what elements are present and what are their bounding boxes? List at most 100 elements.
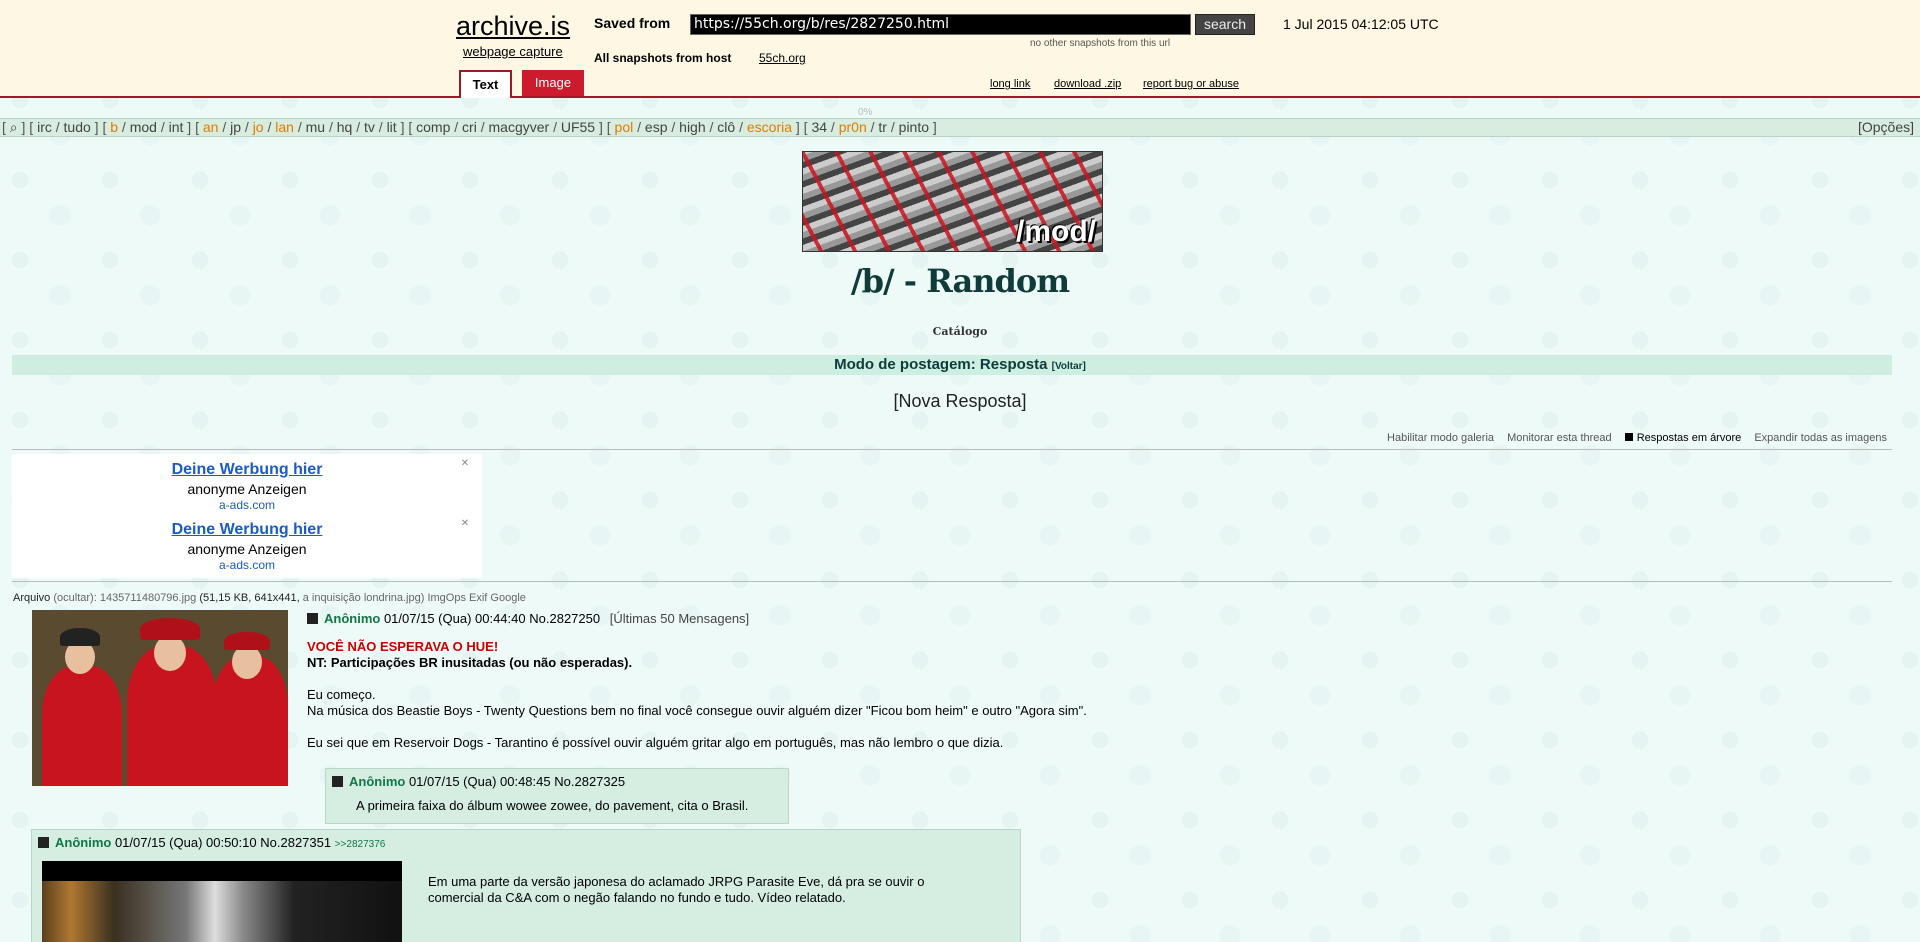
divider [12,449,1892,450]
thread-options: Habilitar modo galeria Monitorar esta th… [1377,432,1887,444]
board-link[interactable]: b [110,119,118,135]
reply-checkbox[interactable] [38,837,49,848]
search-icon[interactable]: ⌕ [10,119,18,135]
board-link[interactable]: jo [253,119,264,135]
archive-subtitle-link[interactable]: webpage capture [463,44,563,59]
board-link[interactable]: mu [306,119,325,135]
post-date: 01/07/15 (Qua) 00:48:45 [408,774,551,789]
reply-checkbox[interactable] [332,776,343,787]
ad-item[interactable]: Deine Werbung hier anonyme Anzeigen a-ad… [12,461,482,512]
board-banner: /mod/ [802,151,1103,252]
post-number-link[interactable]: No.2827250 [529,611,600,626]
ad-host[interactable]: a-ads.com [12,558,482,572]
post-date: 01/07/15 (Qua) 00:50:10 [114,835,257,850]
nav-bracket: [ [2,119,10,135]
board-link[interactable]: irc [37,119,52,135]
nav-separator: / [476,119,489,135]
from-host-text: from host [676,51,732,65]
board-link[interactable]: pinto [899,119,929,135]
nav-bracket: [ [25,119,38,135]
op-line: Eu começo. [307,687,376,702]
all-snapshots-text: All snapshots [594,51,673,65]
saved-from-label: Saved from [594,15,671,31]
board-link[interactable]: tudo [64,119,91,135]
reply-thumbnail[interactable] [42,861,402,942]
archive-logo-link[interactable]: archive.is [456,11,570,42]
poster-name: Anônimo [324,611,381,626]
post-number-link[interactable]: No.2827351 [260,835,331,850]
ad-close-icon[interactable]: ✕ [458,458,472,470]
ad-item[interactable]: Deine Werbung hier anonyme Anzeigen a-ad… [12,521,482,572]
search-button[interactable]: search [1195,14,1255,35]
long-link[interactable]: long link [990,78,1030,90]
reply-post: Anônimo 01/07/15 (Qua) 00:48:45 No.28273… [325,768,789,824]
gallery-mode-link[interactable]: Habilitar modo galeria [1387,432,1494,444]
tab-text[interactable]: Text [459,70,512,98]
board-link[interactable]: pr0n [839,119,867,135]
file-meta: (51,15 KB, 641x441, [199,592,300,604]
url-input[interactable]: https://55ch.org/b/res/2827250.html [690,14,1191,35]
board-link[interactable]: UF55 [561,119,595,135]
op-post-checkbox[interactable] [307,613,318,624]
download-zip-link[interactable]: download .zip [1054,78,1121,90]
tree-replies-toggle[interactable]: Respostas em árvore [1624,432,1741,444]
nav-bracket: ] [792,119,800,135]
nav-bracket: [ [404,119,417,135]
ad-title[interactable]: Deine Werbung hier [12,461,482,479]
board-link[interactable]: jp [230,119,241,135]
board-link[interactable]: escoria [747,119,792,135]
reply-header: Anônimo 01/07/15 (Qua) 00:50:10 No.28273… [38,835,385,850]
nav-separator: / [866,119,879,135]
report-bug-link[interactable]: report bug or abuse [1143,78,1239,90]
board-link[interactable]: hq [337,119,353,135]
board-link[interactable]: lit [387,119,397,135]
last-50-link[interactable]: [Últimas 50 Mensagens] [610,611,749,626]
catalog-link[interactable]: Catálogo [0,325,1920,338]
post-mode: Modo de postagem: Resposta [Voltar] [0,356,1920,373]
poster-name: Anônimo [55,835,112,850]
backlink[interactable]: >>2827376 [335,839,386,850]
board-link[interactable]: 34 [811,119,827,135]
archive-header: archive.is webpage capture Text Image Sa… [0,0,1920,98]
options-link[interactable]: [Opções] [1858,119,1914,136]
nav-separator: / [118,119,130,135]
nav-separator: / [156,119,169,135]
watch-thread-link[interactable]: Monitorar esta thread [1507,432,1612,444]
op-line: NT: Participações BR inusitadas (ou não … [307,655,633,670]
board-link[interactable]: int [169,119,184,135]
board-link[interactable]: clô [717,119,735,135]
progress-percent: 0% [858,107,873,118]
board-link[interactable]: tv [364,119,375,135]
ad-close-icon[interactable]: ✕ [458,518,472,530]
board-link[interactable]: pol [615,119,634,135]
reply-message-line: comercial da C&A com o negão falando no … [428,890,846,905]
board-link[interactable]: cri [462,119,477,135]
post-number-link[interactable]: No.2827325 [554,774,625,789]
board-link[interactable]: comp [416,119,450,135]
board-link[interactable]: tr [878,119,887,135]
host-link[interactable]: 55ch.org [759,51,806,65]
board-link[interactable]: macgyver [489,119,550,135]
file-name-link[interactable]: 1435711480796.jpg [100,592,196,604]
ad-host[interactable]: a-ads.com [12,498,482,512]
image-tools-links[interactable]: ImgOps Exif Google [427,592,525,604]
nav-separator: / [827,119,839,135]
board-links: [ ⌕ ] [ irc / tudo ] [ b / mod / int ] [… [2,119,937,135]
tab-image[interactable]: Image [522,70,584,96]
hide-file-link[interactable]: (ocultar): [53,592,96,604]
op-thumbnail[interactable] [32,610,288,786]
ad-title[interactable]: Deine Werbung hier [12,521,482,539]
new-reply-link[interactable]: [Nova Resposta] [0,391,1920,412]
board-link[interactable]: an [203,119,219,135]
board-link[interactable]: lan [275,119,294,135]
board-link[interactable]: high [679,119,705,135]
board-link[interactable]: mod [130,119,157,135]
back-link[interactable]: [Voltar] [1052,361,1086,372]
board-link[interactable]: esp [645,119,668,135]
reply-message: A primeira faixa do álbum wowee zowee, d… [356,798,749,813]
nav-separator: / [374,119,387,135]
file-info: Arquivo (ocultar): 1435711480796.jpg (51… [13,592,526,604]
tree-replies-checkbox[interactable] [1624,433,1633,441]
expand-images-link[interactable]: Expandir todas as imagens [1754,432,1887,444]
